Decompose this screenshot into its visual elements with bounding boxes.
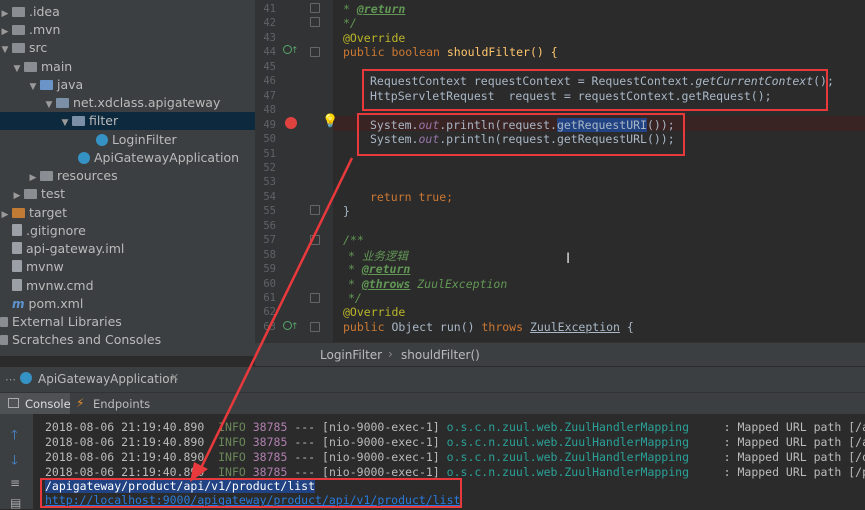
annotation-arrow-line bbox=[198, 157, 354, 471]
annotation-arrow-head bbox=[190, 462, 208, 482]
annotation-arrow bbox=[190, 157, 354, 482]
